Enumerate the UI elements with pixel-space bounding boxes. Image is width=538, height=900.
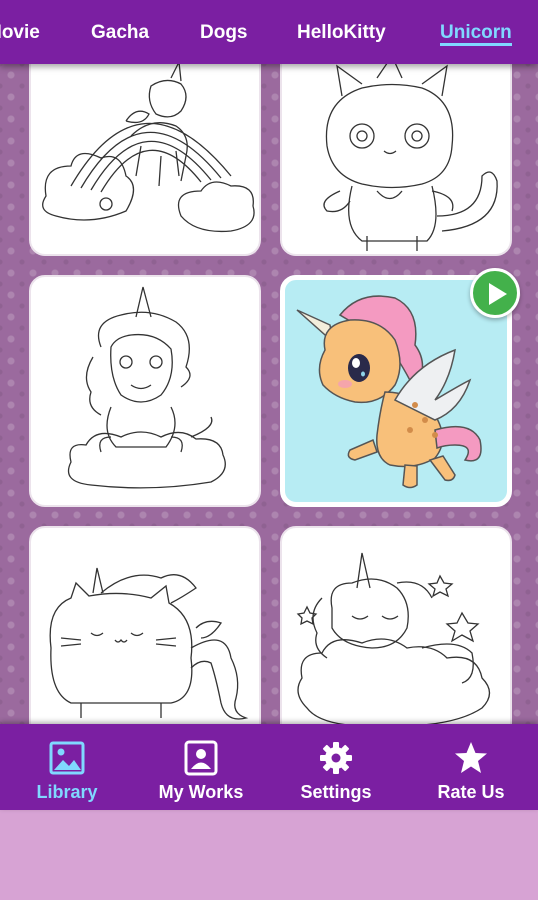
- unicorn-kitty-illustration: [323, 64, 498, 251]
- coloring-page-unicorn-rainbow[interactable]: [29, 64, 261, 256]
- nav-settings-label: Settings: [300, 782, 372, 802]
- coloring-gallery: [0, 64, 538, 724]
- tab-dogs[interactable]: Dogs: [200, 20, 248, 46]
- coloring-page-sleeping-unicorn[interactable]: [280, 526, 512, 724]
- coloring-page-unicorn-kitty[interactable]: [280, 64, 512, 256]
- portrait-icon: [184, 740, 218, 776]
- nav-my-works-label: My Works: [158, 782, 244, 802]
- star-icon: [455, 742, 487, 773]
- nav-my-works[interactable]: My Works: [134, 724, 268, 810]
- unicorn-pegasus-illustration: [296, 295, 482, 489]
- tab-movie[interactable]: Movie: [0, 20, 40, 46]
- play-icon: [489, 283, 507, 305]
- footer-area: [0, 810, 538, 900]
- unicorn-rainbow-illustration: [42, 64, 255, 233]
- image-icon: [49, 741, 85, 775]
- sleeping-unicorn-illustration: [296, 552, 491, 724]
- tab-unicorn[interactable]: Unicorn: [440, 20, 512, 46]
- category-tab-bar: Movie Gacha Dogs HelloKitty Unicorn: [0, 0, 538, 64]
- coloring-page-pusheen-unicorn[interactable]: [29, 526, 261, 724]
- nav-rate-us-label: Rate Us: [437, 782, 505, 802]
- nav-settings[interactable]: Settings: [269, 724, 403, 810]
- pusheen-unicorn-illustration: [49, 567, 249, 720]
- tab-gacha[interactable]: Gacha: [91, 20, 149, 46]
- tab-hellokitty[interactable]: HelloKitty: [297, 20, 386, 46]
- coloring-page-unicorn-cloud[interactable]: [29, 275, 261, 507]
- nav-rate-us[interactable]: Rate Us: [404, 724, 538, 810]
- play-video-button[interactable]: [470, 268, 520, 318]
- bottom-navigation: Library My Works Settings Rate Us: [0, 724, 538, 810]
- nav-library[interactable]: Library: [0, 724, 134, 810]
- nav-library-label: Library: [36, 782, 98, 802]
- gear-icon: [320, 742, 352, 774]
- unicorn-cloud-illustration: [67, 286, 226, 489]
